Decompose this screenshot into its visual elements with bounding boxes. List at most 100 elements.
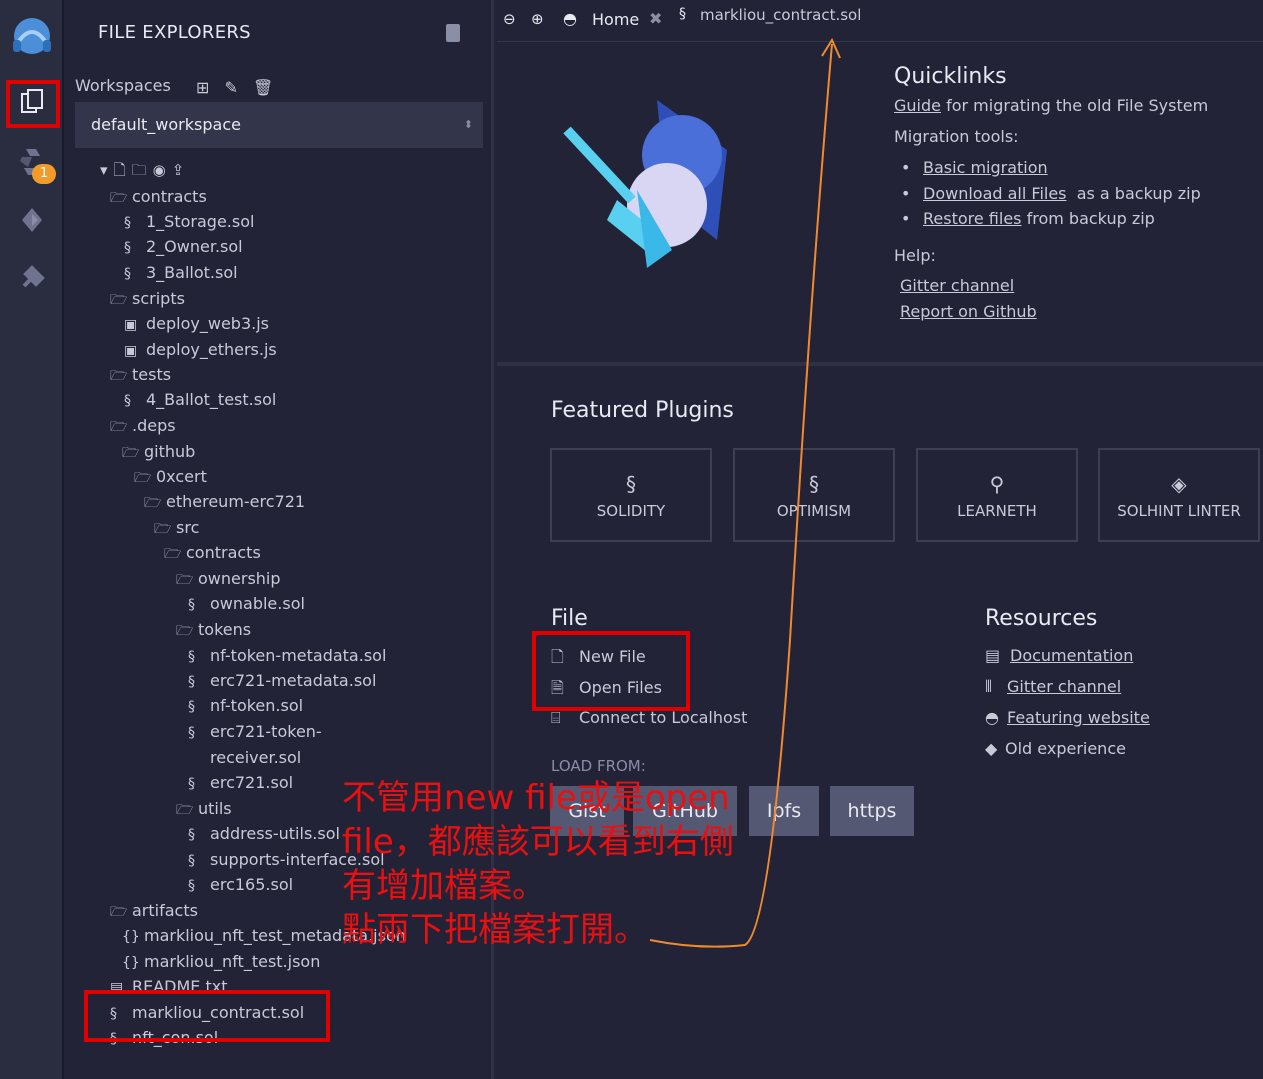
github-icon[interactable]: ◉ bbox=[153, 161, 172, 179]
tree-folder[interactable]: 🗁 tokens bbox=[176, 619, 251, 641]
sol-file-icon: § bbox=[188, 725, 195, 741]
tree-folder[interactable]: 🗁 github bbox=[122, 441, 195, 463]
tree-folder[interactable]: 🗁 ethereum-erc721 bbox=[144, 491, 305, 513]
tree-file[interactable]: § 1_Storage.sol bbox=[124, 211, 254, 233]
resource-website[interactable]: ◓ Featuring website bbox=[985, 708, 1150, 727]
resources-title: Resources bbox=[985, 606, 1098, 631]
tab-bar: ⊖ ⊕ ◓ Home ✖ § markliou_contract.sol bbox=[497, 0, 1263, 42]
annotation-line-1: 不管用new file或是open bbox=[342, 778, 730, 818]
tree-item-label: erc721-token- bbox=[210, 722, 322, 741]
tree-file[interactable]: {} markliou_nft_test.json bbox=[122, 951, 320, 973]
plugin-optimism[interactable]: § OPTIMISM bbox=[733, 448, 895, 542]
tree-item-label: artifacts bbox=[132, 901, 198, 920]
new-folder-icon[interactable]: 🗀 bbox=[132, 161, 153, 179]
tree-folder[interactable]: 🗁 0xcert bbox=[134, 466, 207, 488]
plugin-manager-icon[interactable] bbox=[14, 260, 50, 296]
load-https-button[interactable]: https bbox=[830, 786, 914, 836]
ethereum-icon: ◆ bbox=[985, 739, 998, 758]
tree-file[interactable]: ▣ deploy_ethers.js bbox=[124, 339, 277, 361]
help-gitter-link[interactable]: Gitter channel bbox=[900, 276, 1014, 295]
tree-item-label: address-utils.sol bbox=[210, 824, 340, 843]
folder-icon: 🗁 bbox=[144, 495, 162, 511]
tab-home[interactable]: Home bbox=[592, 10, 639, 29]
new-file-highlight bbox=[84, 990, 330, 1042]
website-link[interactable]: Featuring website bbox=[1007, 708, 1150, 727]
tree-file[interactable]: § address-utils.sol bbox=[188, 823, 340, 845]
tree-folder[interactable]: 🗁 ownership bbox=[176, 568, 281, 590]
annotation-line-2: file，都應該可以看到右側 bbox=[342, 822, 734, 862]
remix-logo-icon[interactable] bbox=[6, 12, 58, 60]
plugin-label: OPTIMISM bbox=[776, 502, 852, 520]
load-ipfs-button[interactable]: Ipfs bbox=[749, 786, 819, 836]
rename-workspace-icon[interactable]: ✎ bbox=[225, 78, 238, 97]
tree-item-label: deploy_web3.js bbox=[146, 314, 269, 333]
tree-file[interactable]: § 2_Owner.sol bbox=[124, 236, 243, 258]
documentation-link[interactable]: Documentation bbox=[1010, 646, 1133, 665]
migration-link[interactable]: Download all Files bbox=[923, 184, 1067, 203]
deploy-run-icon[interactable] bbox=[14, 202, 50, 238]
tree-folder[interactable]: 🗁 tests bbox=[110, 364, 171, 386]
tree-file[interactable]: § ownable.sol bbox=[188, 593, 305, 615]
connect-localhost-link[interactable]: ⌸ Connect to Localhost bbox=[551, 708, 747, 728]
delete-workspace-icon[interactable]: 🗑 bbox=[253, 78, 273, 97]
zoom-out-icon[interactable]: ⊖ bbox=[503, 10, 516, 28]
gitter-link[interactable]: Gitter channel bbox=[1007, 677, 1121, 696]
migration-link[interactable]: Basic migration bbox=[923, 158, 1048, 177]
tree-item-label: deploy_ethers.js bbox=[146, 340, 277, 359]
tree-folder[interactable]: 🗁 src bbox=[154, 517, 199, 539]
guide-link[interactable]: Guide bbox=[894, 96, 941, 115]
json-file-icon: {} bbox=[122, 955, 140, 971]
close-tab-icon[interactable]: ✖ bbox=[649, 9, 662, 28]
docs-icon[interactable] bbox=[446, 24, 460, 42]
tab-contract-file[interactable]: markliou_contract.sol bbox=[700, 6, 861, 24]
tree-file[interactable]: § erc721-metadata.sol bbox=[188, 670, 376, 692]
resource-gitter[interactable]: ⦀ Gitter channel bbox=[985, 677, 1121, 697]
resource-old-experience[interactable]: ◆ Old experience bbox=[985, 739, 1126, 758]
tree-item-label: erc721-metadata.sol bbox=[210, 671, 377, 690]
sol-file-icon: § bbox=[188, 699, 195, 715]
migration-link[interactable]: Restore files bbox=[923, 209, 1022, 228]
migration-item: • Download all Files as a backup zip bbox=[901, 184, 1201, 203]
js-file-icon: ▣ bbox=[124, 317, 138, 333]
tree-file[interactable]: receiver.sol bbox=[188, 747, 301, 769]
new-file-icon[interactable]: 🗋 bbox=[114, 161, 132, 179]
tree-folder[interactable]: 🗁 scripts bbox=[110, 288, 185, 310]
plugin-solidity[interactable]: § SOLIDITY bbox=[550, 448, 712, 542]
tree-file[interactable]: § erc721.sol bbox=[188, 772, 293, 794]
plugin-solhint[interactable]: ◈ SOLHINT LINTER bbox=[1098, 448, 1260, 542]
sol-file-icon: § bbox=[124, 393, 131, 409]
tree-item-label: utils bbox=[198, 799, 232, 818]
tree-file[interactable]: § erc721-token- bbox=[188, 721, 322, 743]
remix-mascot-image bbox=[557, 90, 747, 280]
tree-folder[interactable]: 🗁 contracts bbox=[110, 186, 207, 208]
caret-down-icon[interactable]: ▾ bbox=[100, 161, 114, 179]
tree-file[interactable]: ▣ deploy_web3.js bbox=[124, 313, 269, 335]
plugin-learneth[interactable]: ⚲ LEARNETH bbox=[916, 448, 1078, 542]
tree-file[interactable]: § erc165.sol bbox=[188, 874, 293, 896]
tree-folder[interactable]: 🗁 contracts bbox=[164, 542, 261, 564]
tree-item-label: receiver.sol bbox=[210, 748, 302, 767]
old-experience-label: Old experience bbox=[1005, 739, 1126, 758]
tree-folder[interactable]: 🗁 artifacts bbox=[110, 900, 198, 922]
tree-file[interactable]: § 3_Ballot.sol bbox=[124, 262, 238, 284]
resource-documentation[interactable]: ▤ Documentation bbox=[985, 646, 1133, 665]
sol-file-icon: § bbox=[188, 827, 195, 843]
load-from-label: LOAD FROM: bbox=[551, 757, 646, 775]
tree-folder[interactable]: 🗁 utils bbox=[176, 798, 232, 820]
sol-file-icon: § bbox=[124, 266, 131, 282]
tree-folder[interactable]: 🗁 .deps bbox=[110, 415, 176, 437]
migration-item: • Basic migration bbox=[901, 158, 1048, 177]
file-actions-highlight bbox=[532, 631, 690, 711]
tree-toolbar: ▾🗋🗀◉⇪ bbox=[100, 160, 190, 185]
tree-file[interactable]: § nf-token-metadata.sol bbox=[188, 645, 386, 667]
guide-line: Guide for migrating the old File System bbox=[894, 96, 1208, 115]
create-workspace-icon[interactable]: ⊞ bbox=[196, 78, 209, 97]
tree-file[interactable]: § nf-token.sol bbox=[188, 695, 303, 717]
upload-icon[interactable]: ⇪ bbox=[172, 161, 191, 179]
help-label: Help: bbox=[894, 246, 936, 265]
help-github-link[interactable]: Report on Github bbox=[900, 302, 1037, 321]
zoom-in-icon[interactable]: ⊕ bbox=[531, 10, 544, 28]
globe-icon: ◓ bbox=[985, 708, 999, 727]
workspace-select[interactable]: default_workspace ⬍ bbox=[75, 102, 483, 148]
tree-file[interactable]: § 4_Ballot_test.sol bbox=[124, 389, 276, 411]
